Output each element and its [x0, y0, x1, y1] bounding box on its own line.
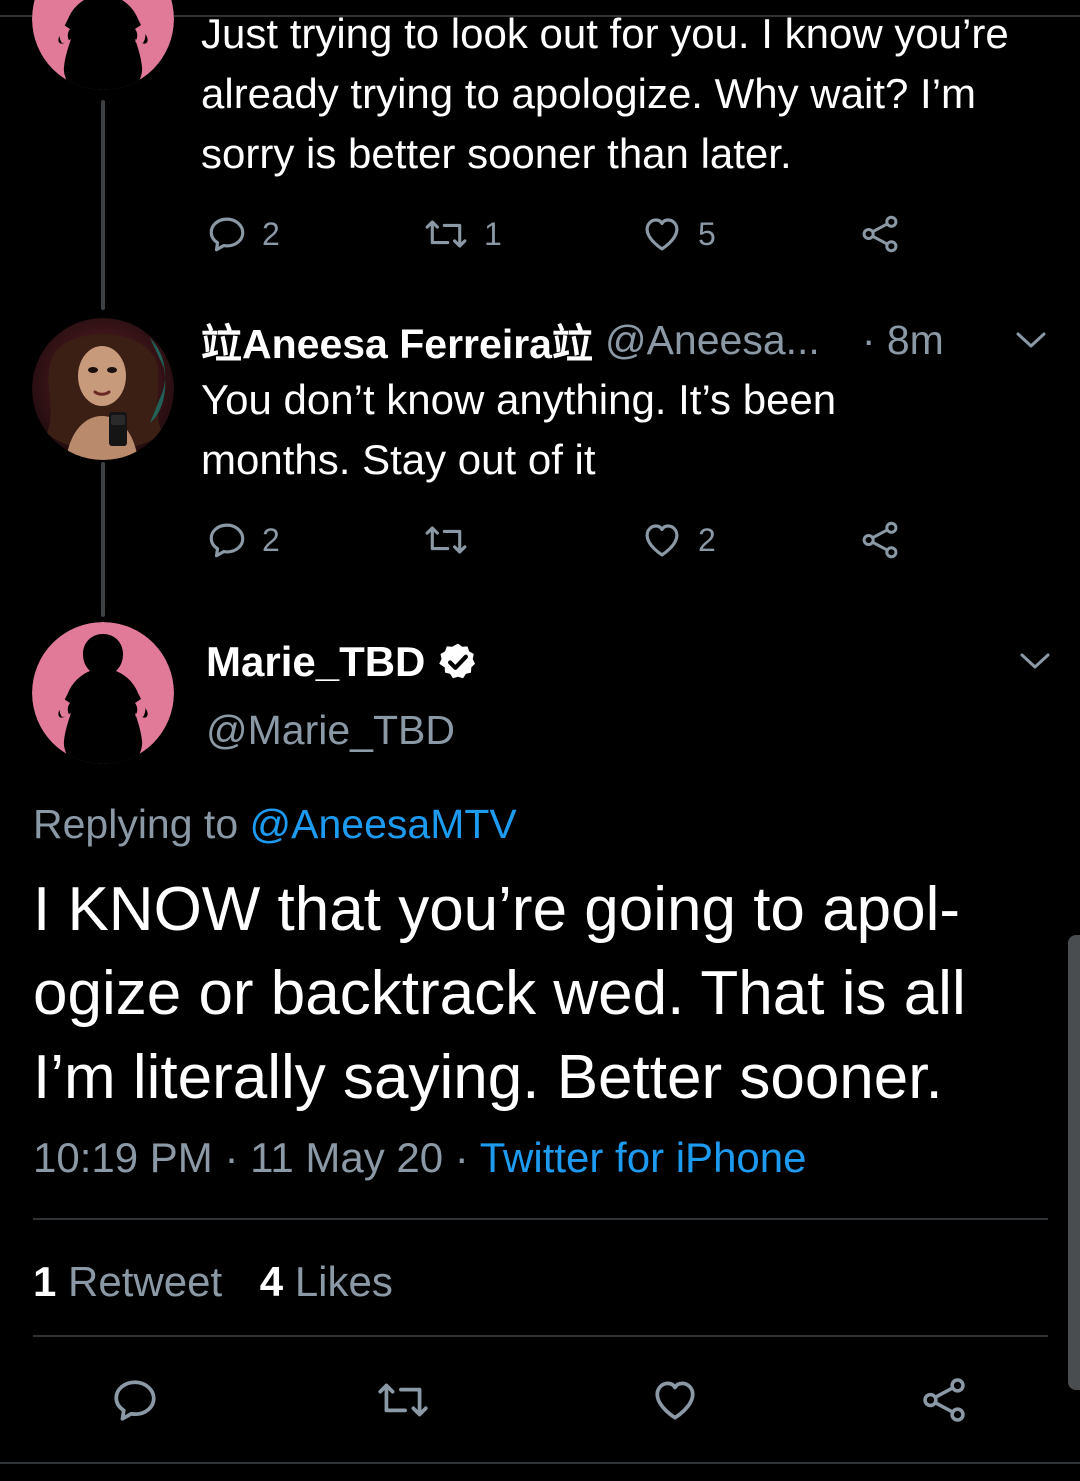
tweet2-author-handle[interactable]: @Aneesa...	[605, 317, 820, 364]
tweet1-reply-button[interactable]: 2	[206, 204, 280, 264]
woman-silhouette-icon	[32, 0, 174, 90]
tweet1-share-button[interactable]	[858, 204, 902, 264]
bottom-divider	[0, 1462, 1080, 1464]
tweet2-reply-button[interactable]: 2	[206, 510, 280, 570]
tweet2-like-button[interactable]: 2	[640, 510, 716, 570]
share-icon	[862, 521, 898, 559]
tweet1-actions: 2 1 5	[0, 204, 1080, 264]
heart-icon	[655, 1381, 695, 1420]
replying-to-handle-link[interactable]: @AneesaMTV	[250, 801, 517, 847]
tweet1-like-button[interactable]: 5	[640, 204, 716, 264]
tweet2-header: 竝Aneesa Ferreira竝 @Aneesa... · 8m	[201, 310, 1061, 370]
selfie-photo-avatar-icon	[32, 318, 174, 460]
retweet-icon	[425, 220, 467, 248]
retweet-label: Retweet	[68, 1258, 223, 1305]
scrollbar-thumb[interactable]	[1068, 935, 1080, 1390]
tweet2-timestamp[interactable]: · 8m	[862, 317, 944, 364]
tweet2-reply-count: 2	[262, 521, 280, 558]
woman-silhouette-icon	[32, 622, 174, 764]
replying-to-label: Replying to	[33, 801, 239, 847]
tweet2-actions: 2 2	[0, 510, 1080, 570]
tweet2-author-name[interactable]: 竝Aneesa Ferreira竝	[201, 310, 593, 370]
main-share-button[interactable]	[918, 1370, 970, 1430]
tweet2-retweet-button[interactable]	[422, 510, 484, 570]
reply-icon	[114, 1380, 156, 1421]
main-author-name-row[interactable]: Marie_TBD	[206, 632, 479, 692]
tweet1-text: Just trying to look out for you. I know …	[201, 10, 1009, 177]
tweet1-retweet-button[interactable]: 1	[422, 204, 502, 264]
retweet-count: 1	[33, 1258, 57, 1305]
tweet1-reply-count: 2	[262, 215, 280, 252]
main-chevron-down-icon[interactable]	[1018, 650, 1052, 672]
retweet-icon	[378, 1383, 428, 1417]
avatar-marie-top[interactable]	[32, 0, 174, 90]
main-author-name: Marie_TBD	[206, 638, 426, 685]
likes-stat[interactable]: 4 Likes	[260, 1258, 393, 1305]
tweet2-chevron-down-icon[interactable]	[1014, 329, 1048, 351]
tweet-source-link[interactable]: Twitter for iPhone	[480, 1134, 807, 1181]
tweet-meta: 10:19 PM · 11 May 20 · Twitter for iPhon…	[33, 1128, 807, 1188]
reply-icon	[209, 217, 245, 252]
main-author-handle[interactable]: @Marie_TBD	[206, 702, 455, 758]
main-tweet-actions	[0, 1370, 1080, 1430]
tweet2-like-count: 2	[698, 521, 716, 558]
tweet1-retweet-count: 1	[484, 215, 502, 252]
tweet2-share-button[interactable]	[858, 510, 902, 570]
reply-icon	[209, 523, 245, 558]
share-icon	[862, 215, 898, 253]
main-reply-button[interactable]	[110, 1370, 160, 1430]
share-icon	[923, 1378, 965, 1422]
verified-badge-icon	[439, 643, 476, 679]
like-count: 4	[259, 1258, 284, 1305]
tweet1-like-count: 5	[698, 215, 716, 252]
meta-separator: ·	[224, 1134, 251, 1181]
stats-divider-top	[33, 1218, 1048, 1220]
stats-divider-bottom	[33, 1335, 1048, 1337]
like-label: Likes	[294, 1258, 393, 1305]
main-like-button[interactable]	[649, 1370, 701, 1430]
heart-icon	[645, 218, 679, 251]
tweet-time: 10:19 PM	[33, 1134, 213, 1181]
meta-separator: ·	[454, 1134, 480, 1181]
tweet-date: 11 May 20	[250, 1134, 444, 1181]
main-retweet-button[interactable]	[374, 1370, 432, 1430]
engagement-stats: 1 Retweet 4 Likes	[33, 1252, 393, 1312]
heart-icon	[645, 524, 679, 557]
avatar-marie-main[interactable]	[32, 622, 174, 764]
retweet-icon	[425, 526, 467, 554]
replying-to: Replying to @AneesaMTV	[33, 796, 517, 852]
avatar-aneesa[interactable]	[32, 318, 174, 460]
main-tweet-text: I KNOW that you’re going to apol- ogize …	[33, 875, 966, 1112]
tweet2-text: You don’t know anything. It’s been month…	[201, 376, 837, 483]
retweets-stat[interactable]: 1 Retweet	[33, 1258, 222, 1305]
